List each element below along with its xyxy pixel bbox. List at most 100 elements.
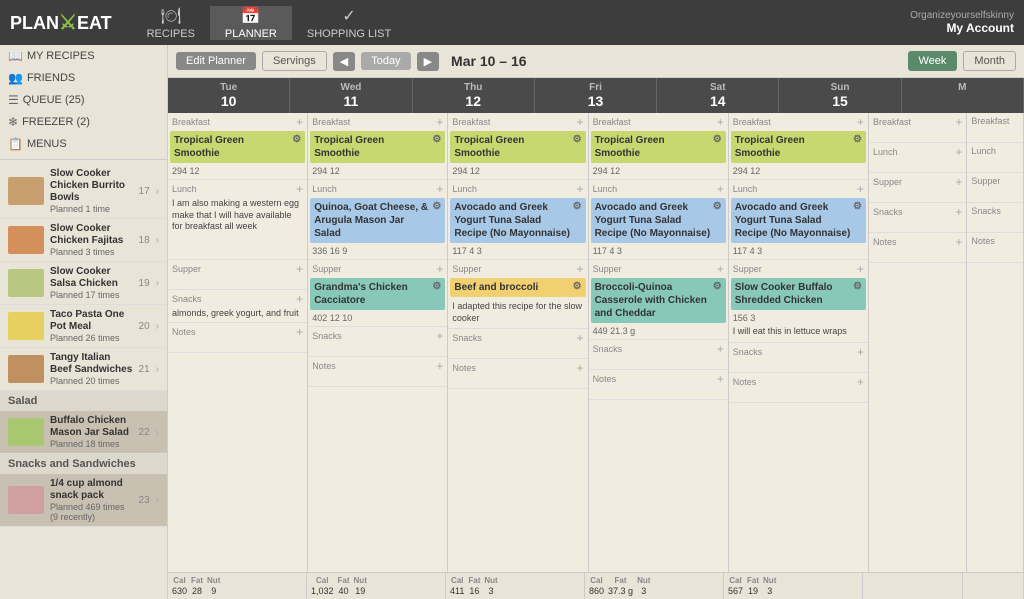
recipe-thumb [8, 177, 44, 205]
chevron-right-icon: › [156, 364, 159, 375]
edit-icon[interactable]: ⚙ [432, 201, 441, 212]
header: PLAN⚔EAT 🍽 RECIPES 📅 PLANNER ✓ SHOPPING … [0, 0, 1024, 45]
calendar-footer: Cal 630 Fat 28 Nut 9 Cal 1,032 [168, 572, 1024, 599]
add-snacks-tue[interactable]: + [296, 293, 303, 305]
add-lunch-tue[interactable]: + [296, 183, 303, 195]
edit-icon[interactable]: ⚙ [573, 201, 582, 212]
month-button[interactable]: Month [963, 51, 1016, 71]
add-notes-fri[interactable]: + [717, 373, 724, 385]
sidebar-item-menus[interactable]: 📋 MENUS [0, 133, 167, 155]
meal-card[interactable]: Beef and broccoli ⚙ [450, 278, 585, 297]
freezer-icon: ❄ [8, 115, 18, 129]
add-supper-sat[interactable]: + [857, 263, 864, 275]
footer-wed: Cal 1,032 Fat 40 Nut 19 [307, 573, 446, 599]
add-notes-sun[interactable]: + [955, 236, 962, 248]
supper-section-sun: Supper + [869, 173, 966, 203]
list-item[interactable]: Slow Cooker Chicken Burrito Bowls Planne… [0, 164, 167, 219]
meal-card[interactable]: Avocado and Greek Yogurt Tuna Salad Reci… [591, 198, 726, 243]
edit-icon[interactable]: ⚙ [713, 134, 722, 145]
notes-section-tue: Notes + [168, 323, 307, 353]
add-supper-tue[interactable]: + [296, 263, 303, 275]
edit-icon[interactable]: ⚙ [713, 201, 722, 212]
servings-button[interactable]: Servings [262, 51, 327, 71]
add-notes-sat[interactable]: + [857, 376, 864, 388]
add-snacks-wed[interactable]: + [436, 330, 443, 342]
add-lunch-fri[interactable]: + [717, 183, 724, 195]
add-notes-thu[interactable]: + [577, 362, 584, 374]
edit-icon[interactable]: ⚙ [432, 134, 441, 145]
add-snacks-sun[interactable]: + [955, 206, 962, 218]
add-supper-sun[interactable]: + [955, 176, 962, 188]
meal-card[interactable]: Tropical Green Smoothie ⚙ [591, 131, 726, 163]
add-breakfast-wed[interactable]: + [436, 116, 443, 128]
edit-icon[interactable]: ⚙ [853, 201, 862, 212]
add-snacks-thu[interactable]: + [577, 332, 584, 344]
list-item[interactable]: Slow Cooker Chicken Fajitas Planned 3 ti… [0, 219, 167, 262]
meal-card[interactable]: Tropical Green Smoothie ⚙ [450, 131, 585, 163]
account[interactable]: Organizeyourselfskinny My Account [910, 10, 1014, 35]
meal-card[interactable]: Tropical Green Smoothie ⚙ [731, 131, 866, 163]
edit-icon[interactable]: ⚙ [432, 281, 441, 292]
prev-week-button[interactable]: ◀ [333, 52, 355, 71]
sidebar-item-my-recipes[interactable]: 📖 MY RECIPES [0, 45, 167, 67]
list-item[interactable]: Tangy Italian Beef Sandwiches Planned 20… [0, 348, 167, 391]
list-item[interactable]: Buffalo Chicken Mason Jar Salad Planned … [0, 411, 167, 454]
snacks-section-tue: Snacks + almonds, greek yogurt, and frui… [168, 290, 307, 323]
meal-card[interactable]: Broccoli-Quinoa Casserole with Chicken a… [591, 278, 726, 323]
meal-card[interactable]: Tropical Green Smoothie ⚙ [170, 131, 305, 163]
list-item[interactable]: Slow Cooker Salsa Chicken Planned 17 tim… [0, 262, 167, 305]
lunch-section-tue: Lunch + I am also making a western egg m… [168, 180, 307, 260]
meal-card[interactable]: Grandma's Chicken Cacciatore ⚙ [310, 278, 445, 310]
add-breakfast-tue[interactable]: + [296, 116, 303, 128]
snacks-section-sat: Snacks + [729, 343, 868, 373]
week-button[interactable]: Week [908, 51, 958, 71]
add-lunch-sat[interactable]: + [857, 183, 864, 195]
add-breakfast-sat[interactable]: + [857, 116, 864, 128]
edit-planner-button[interactable]: Edit Planner [176, 52, 256, 70]
add-lunch-wed[interactable]: + [436, 183, 443, 195]
meal-card[interactable]: Slow Cooker Buffalo Shredded Chicken ⚙ [731, 278, 866, 310]
edit-icon[interactable]: ⚙ [573, 281, 582, 292]
next-week-button[interactable]: ▶ [417, 52, 439, 71]
logo-text: PLAN⚔EAT [10, 10, 112, 35]
meal-card[interactable]: Quinoa, Goat Cheese, & Arugula Mason Jar… [310, 198, 445, 243]
add-notes-tue[interactable]: + [296, 326, 303, 338]
breakfast-section-wed: Breakfast + Tropical Green Smoothie ⚙ 29… [308, 113, 447, 180]
recipe-num: 18 [139, 235, 150, 246]
planner-icon: 📅 [241, 6, 261, 26]
recipe-planned: Planned 20 times [50, 376, 133, 386]
footer-sat: Cal 567 Fat 19 Nut 3 [724, 573, 863, 599]
sidebar-item-queue[interactable]: ☰ QUEUE (25) [0, 89, 167, 111]
edit-icon[interactable]: ⚙ [573, 134, 582, 145]
add-notes-wed[interactable]: + [436, 360, 443, 372]
snacks-section-wed: Snacks + [308, 327, 447, 357]
account-site: Organizeyourselfskinny [910, 10, 1014, 21]
edit-icon[interactable]: ⚙ [713, 281, 722, 292]
meal-card[interactable]: Avocado and Greek Yogurt Tuna Salad Reci… [450, 198, 585, 243]
nav-shopping[interactable]: ✓ SHOPPING LIST [292, 6, 406, 40]
day-header-tue: Tue 10 [168, 78, 290, 113]
add-supper-fri[interactable]: + [717, 263, 724, 275]
add-supper-thu[interactable]: + [577, 263, 584, 275]
meal-card[interactable]: Tropical Green Smoothie ⚙ [310, 131, 445, 163]
nav-recipes[interactable]: 🍽 RECIPES [132, 6, 210, 40]
add-supper-wed[interactable]: + [436, 263, 443, 275]
add-snacks-fri[interactable]: + [717, 343, 724, 355]
add-breakfast-thu[interactable]: + [577, 116, 584, 128]
add-snacks-sat[interactable]: + [857, 346, 864, 358]
sidebar-item-freezer[interactable]: ❄ FREEZER (2) [0, 111, 167, 133]
nav-planner[interactable]: 📅 PLANNER [210, 6, 292, 40]
today-button[interactable]: Today [361, 52, 410, 70]
menus-icon: 📋 [8, 137, 23, 151]
add-lunch-thu[interactable]: + [577, 183, 584, 195]
edit-icon[interactable]: ⚙ [853, 134, 862, 145]
add-lunch-sun[interactable]: + [955, 146, 962, 158]
edit-icon[interactable]: ⚙ [292, 134, 301, 145]
add-breakfast-sun[interactable]: + [955, 116, 962, 128]
list-item[interactable]: 1/4 cup almond snack pack Planned 469 ti… [0, 474, 167, 527]
meal-card[interactable]: Avocado and Greek Yogurt Tuna Salad Reci… [731, 198, 866, 243]
edit-icon[interactable]: ⚙ [853, 281, 862, 292]
sidebar-item-friends[interactable]: 👥 FRIENDS [0, 67, 167, 89]
add-breakfast-fri[interactable]: + [717, 116, 724, 128]
list-item[interactable]: Taco Pasta One Pot Meal Planned 26 times… [0, 305, 167, 348]
